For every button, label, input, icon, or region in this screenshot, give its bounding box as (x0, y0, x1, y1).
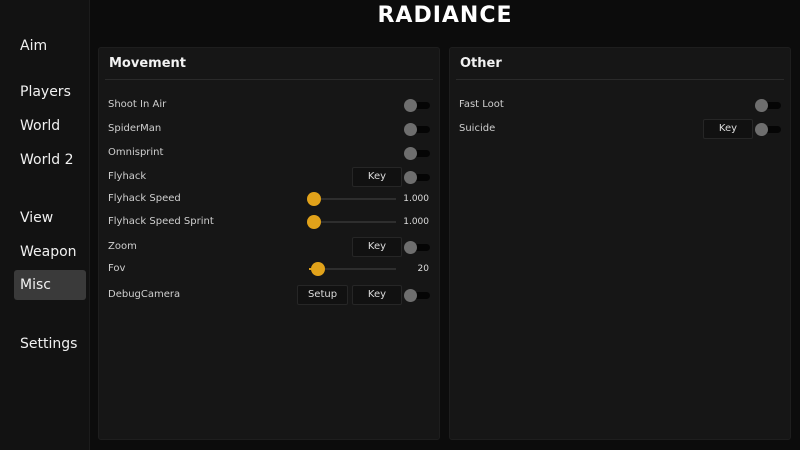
sidebar-item-world[interactable]: World (14, 111, 86, 141)
slider-handle[interactable] (310, 262, 325, 276)
flyhack-speed-row: Flyhack Speed 1.000 (99, 189, 439, 209)
other-panel-title: Other (456, 54, 784, 80)
spiderman-toggle[interactable] (404, 123, 430, 136)
suicide-row: Suicide Key (450, 119, 790, 139)
fast-loot-toggle[interactable] (755, 99, 781, 112)
flyhack-speed-sprint-row: Flyhack Speed Sprint 1.000 (99, 212, 439, 232)
spiderman-label: SpiderMan (108, 123, 162, 134)
zoom-row: Zoom Key (99, 237, 439, 257)
slider-track (314, 198, 396, 200)
flyhack-label: Flyhack (108, 171, 147, 182)
suicide-toggle[interactable] (755, 123, 781, 136)
shoot-in-air-toggle[interactable] (404, 99, 430, 112)
sidebar: Aim Players World World 2 View Weapon Mi… (0, 0, 90, 450)
fov-value: 20 (417, 264, 429, 274)
toggle-knob (755, 123, 768, 136)
debug-camera-row: DebugCamera Setup Key (99, 285, 439, 305)
fast-loot-row: Fast Loot (450, 95, 790, 115)
suicide-key-button[interactable]: Key (703, 119, 753, 139)
slider-handle[interactable] (307, 192, 321, 206)
flyhack-row: Flyhack Key (99, 167, 439, 187)
toggle-knob (404, 99, 417, 112)
toggle-knob (404, 289, 417, 302)
sidebar-item-players[interactable]: Players (14, 77, 86, 107)
fov-row: Fov 20 (99, 259, 439, 279)
sidebar-item-weapon[interactable]: Weapon (14, 237, 86, 267)
flyhack-speed-label: Flyhack Speed (108, 193, 181, 204)
main-area: RADIANCE Movement Shoot In Air SpiderMan… (90, 0, 800, 450)
omnisprint-row: Omnisprint (99, 143, 439, 163)
omnisprint-toggle[interactable] (404, 147, 430, 160)
flyhack-toggle[interactable] (404, 171, 430, 184)
suicide-label: Suicide (459, 123, 496, 134)
slider-handle[interactable] (307, 215, 321, 229)
app-title: RADIANCE (377, 3, 513, 28)
fov-label: Fov (108, 263, 126, 274)
flyhack-speed-sprint-label: Flyhack Speed Sprint (108, 216, 214, 227)
fast-loot-label: Fast Loot (459, 99, 504, 110)
sidebar-item-misc[interactable]: Misc (14, 270, 86, 300)
other-panel: Other Fast Loot Suicide Key (449, 47, 791, 440)
toggle-knob (404, 123, 417, 136)
toggle-knob (755, 99, 768, 112)
zoom-key-button[interactable]: Key (352, 237, 402, 257)
flyhack-key-button[interactable]: Key (352, 167, 402, 187)
flyhack-speed-sprint-value: 1.000 (403, 217, 429, 227)
debug-camera-key-button[interactable]: Key (352, 285, 402, 305)
toggle-knob (404, 241, 417, 254)
omnisprint-label: Omnisprint (108, 147, 164, 158)
movement-panel: Movement Shoot In Air SpiderMan Omnispri… (98, 47, 440, 440)
slider-track (314, 221, 396, 223)
shoot-in-air-label: Shoot In Air (108, 99, 167, 110)
sidebar-item-view[interactable]: View (14, 203, 86, 233)
debug-camera-toggle[interactable] (404, 289, 430, 302)
zoom-toggle[interactable] (404, 241, 430, 254)
movement-panel-title: Movement (105, 54, 433, 80)
toggle-knob (404, 171, 417, 184)
sidebar-item-world-2[interactable]: World 2 (14, 145, 86, 175)
fov-slider[interactable] (309, 261, 396, 277)
zoom-label: Zoom (108, 241, 137, 252)
sidebar-item-aim[interactable]: Aim (14, 31, 86, 61)
spiderman-row: SpiderMan (99, 119, 439, 139)
sidebar-item-settings[interactable]: Settings (14, 329, 86, 359)
shoot-in-air-row: Shoot In Air (99, 95, 439, 115)
debug-camera-label: DebugCamera (108, 289, 181, 300)
flyhack-speed-sprint-slider[interactable] (307, 214, 396, 230)
toggle-knob (404, 147, 417, 160)
flyhack-speed-value: 1.000 (403, 194, 429, 204)
flyhack-speed-slider[interactable] (307, 191, 396, 207)
debug-camera-setup-button[interactable]: Setup (297, 285, 348, 305)
